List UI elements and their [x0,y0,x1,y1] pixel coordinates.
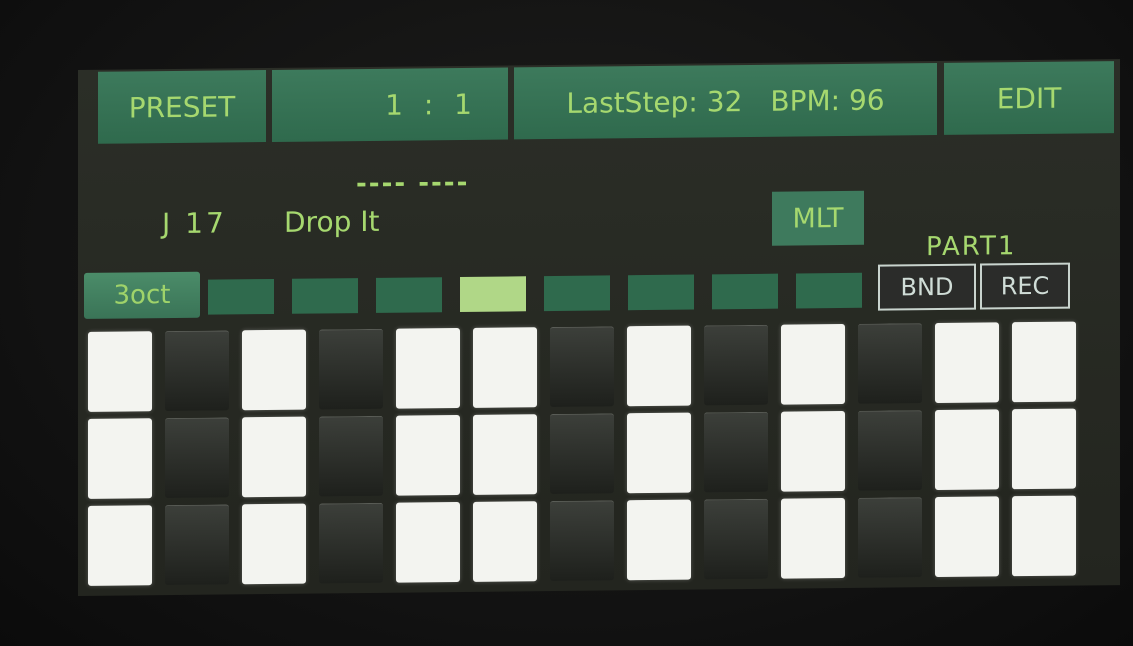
preset-dashes: ---- ---- [356,167,470,200]
octave-segment[interactable] [376,277,442,313]
last-step-readout: LastStep: 32 [566,84,743,120]
octave-segment[interactable] [712,273,778,310]
white-key-pad[interactable] [781,323,845,405]
white-key-pad[interactable] [627,325,691,407]
mlt-button-label: MLT [792,202,844,235]
white-key-pad[interactable] [473,501,537,582]
preset-button-label: PRESET [128,89,236,124]
octave-segment[interactable] [628,274,694,311]
black-key-pad[interactable] [704,498,768,580]
record-button-label: REC [1000,271,1050,301]
octave-segment[interactable] [292,278,358,314]
mlt-button[interactable]: MLT [772,190,864,246]
edit-button[interactable]: EDIT [944,61,1114,135]
black-key-pad[interactable] [165,417,229,499]
octave-button[interactable]: 3oct [84,271,200,319]
white-key-pad[interactable] [242,416,306,498]
white-key-pad[interactable] [935,496,999,578]
white-key-pad[interactable] [396,501,460,583]
white-key-pad[interactable] [396,414,460,496]
white-key-pad[interactable] [88,418,152,499]
white-key-pad[interactable] [781,410,845,492]
black-key-pad[interactable] [550,413,614,495]
part-label: PART1 [926,231,1017,263]
black-key-pad[interactable] [165,504,229,586]
preset-button[interactable]: PRESET [98,70,266,144]
black-key-pad[interactable] [319,415,383,497]
black-key-pad[interactable] [550,326,614,408]
octave-segment[interactable] [208,278,274,315]
display-screen: PRESET 1 : 1 LastStep: 32 BPM: 96 EDIT -… [78,59,1120,596]
white-key-pad[interactable] [1012,408,1076,490]
black-key-pad[interactable] [858,410,922,491]
white-key-pad[interactable] [627,412,691,494]
white-key-pad[interactable] [242,329,306,411]
octave-button-label: 3oct [113,280,171,311]
white-key-pad[interactable] [1012,495,1076,577]
white-key-pad[interactable] [627,499,691,581]
white-key-pad[interactable] [473,414,537,495]
white-key-pad[interactable] [88,505,152,586]
white-key-pad[interactable] [935,322,999,404]
octave-segment[interactable] [544,275,610,312]
black-key-pad[interactable] [704,411,768,493]
black-key-pad[interactable] [319,328,383,410]
step-bpm-button[interactable]: LastStep: 32 BPM: 96 [514,63,937,140]
black-key-pad[interactable] [319,502,383,584]
white-key-pad[interactable] [396,327,460,409]
preset-name: Drop It [284,204,380,239]
black-key-pad[interactable] [550,500,614,582]
bend-button-label: BND [900,272,954,302]
black-key-pad[interactable] [858,497,922,578]
record-button[interactable]: REC [980,262,1070,310]
white-key-pad[interactable] [88,331,152,412]
white-key-pad[interactable] [781,497,845,579]
white-key-pad[interactable] [242,503,306,585]
black-key-pad[interactable] [858,323,922,404]
position-button[interactable]: 1 : 1 [272,67,508,142]
octave-segment[interactable] [460,276,526,312]
octave-segment[interactable] [796,272,862,309]
white-key-pad[interactable] [935,409,999,491]
black-key-pad[interactable] [165,330,229,412]
preset-number: J 17 [162,206,227,241]
edit-button-label: EDIT [996,81,1062,115]
white-key-pad[interactable] [1012,321,1076,403]
bpm-readout: BPM: 96 [770,83,885,118]
bend-button[interactable]: BND [878,263,976,311]
white-key-pad[interactable] [473,327,537,408]
black-key-pad[interactable] [704,324,768,406]
position-readout: 1 : 1 [385,87,478,122]
